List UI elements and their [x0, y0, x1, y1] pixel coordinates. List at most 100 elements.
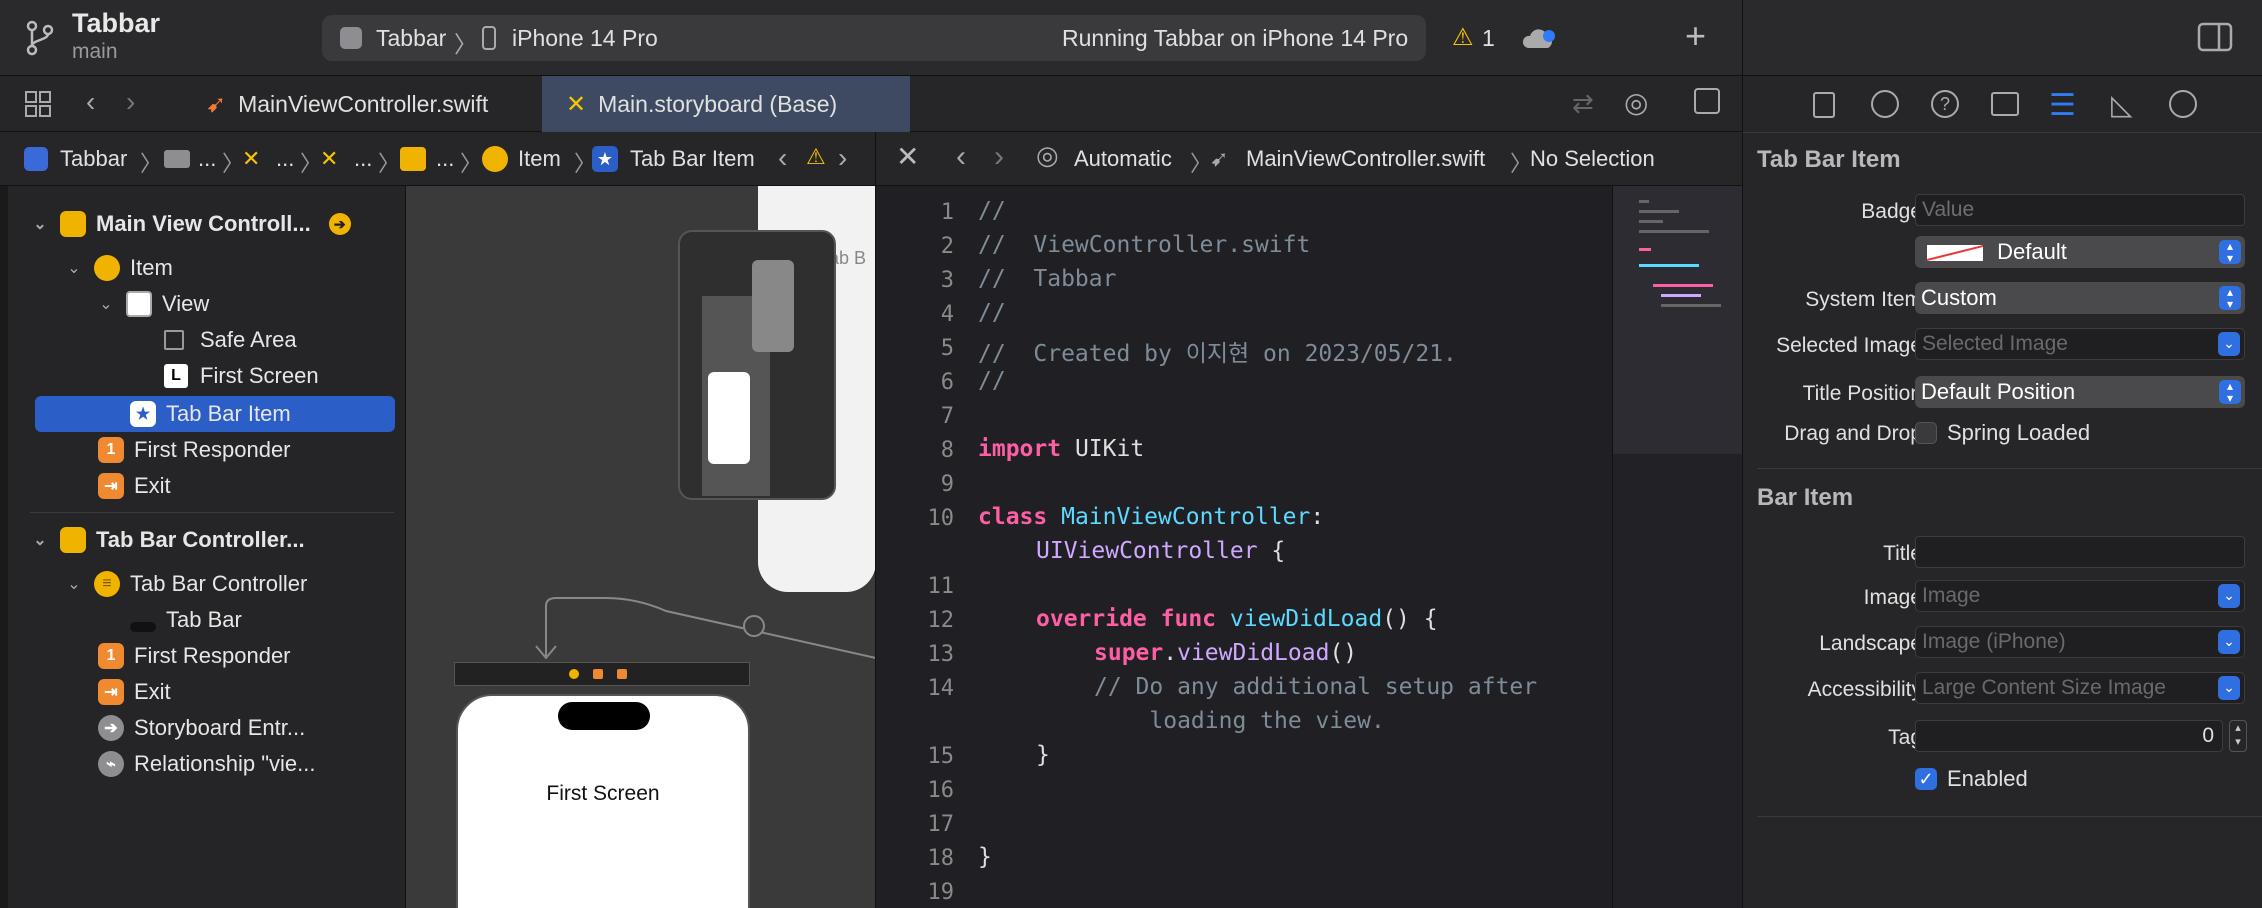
outline-label: Tab Bar Controller [130, 571, 308, 596]
forward-icon[interactable]: › [126, 86, 135, 118]
assistant-icon[interactable]: ◎ [1624, 86, 1648, 119]
outline-tab-bar-controller[interactable]: ⌄ ≡ Tab Bar Controller [64, 566, 307, 602]
first-screen-label[interactable]: First Screen [458, 782, 748, 806]
scheme-selector[interactable]: Tabbar [376, 25, 446, 52]
navigate-arrow-icon[interactable]: ➔ [328, 213, 351, 235]
badge-input[interactable]: Value [1915, 194, 2245, 226]
chevron-down-icon[interactable]: ⌄ [64, 258, 84, 278]
outline-first-responder[interactable]: 1 First Responder [98, 432, 291, 468]
branch-name[interactable]: main [72, 40, 118, 64]
jump-item-base[interactable]: ... [354, 146, 372, 172]
scene-dock[interactable] [454, 662, 750, 686]
outline-first-screen[interactable]: L First Screen [164, 358, 319, 394]
warning-icon[interactable]: ⚠ [806, 144, 826, 170]
scene-icon [60, 211, 86, 237]
add-button[interactable]: + [1685, 18, 1706, 54]
outline-scene-main[interactable]: ⌄ Main View Controll... ➔ [30, 206, 351, 242]
chevron-down-icon[interactable]: ⌄ [30, 214, 50, 234]
jump-item-selection[interactable]: No Selection [1530, 146, 1655, 172]
storyboard-icon: ✕ [242, 146, 261, 171]
tag-stepper[interactable]: ▴ ▾ [2229, 720, 2247, 752]
chevron-right-icon: 〉 [140, 151, 163, 176]
add-editor-icon[interactable] [1694, 88, 1720, 114]
attributes-inspector-icon[interactable]: ☰ [2049, 88, 2076, 123]
grid-icon[interactable] [24, 90, 52, 118]
outline-exit-2[interactable]: ⇥ Exit [98, 674, 171, 710]
outline-view[interactable]: ⌄ View [96, 286, 209, 322]
toggle-inspector-icon[interactable] [2197, 22, 2233, 52]
dock-vc-icon[interactable] [569, 669, 579, 679]
outline-scene-tabbar[interactable]: ⌄ Tab Bar Controller... [30, 522, 305, 558]
connections-inspector-icon[interactable] [2169, 90, 2197, 118]
jump-item-tab-bar-item[interactable]: Tab Bar Item [630, 146, 755, 172]
jump-item-file[interactable]: MainViewController.swift [1246, 146, 1485, 172]
title-input[interactable] [1915, 536, 2245, 568]
view-controller-icon [94, 255, 120, 281]
chevron-down-icon[interactable]: ⌄ [2218, 630, 2240, 654]
accessibility-combobox[interactable]: Large Content Size Image ⌄ [1915, 672, 2245, 704]
outline-storyboard-entry[interactable]: ➔ Storyboard Entr... [98, 710, 305, 746]
popup-value: Custom [1921, 285, 1997, 310]
swap-icon[interactable]: ⇄ [1572, 88, 1594, 119]
warning-count[interactable]: 1 [1482, 25, 1495, 52]
tag-input[interactable]: 0 [1915, 720, 2223, 752]
badge-color-popup[interactable]: Default ▴ ▾ [1915, 236, 2245, 268]
next-issue-icon[interactable]: › [838, 142, 847, 174]
back-icon[interactable]: ‹ [86, 86, 95, 118]
jump-item-automatic[interactable]: Automatic [1074, 146, 1172, 172]
forward-icon[interactable]: › [994, 140, 1004, 174]
outline-relationship[interactable]: ⌁ Relationship "vie... [98, 746, 315, 782]
selected-image-combobox[interactable]: Selected Image ⌄ [1915, 328, 2245, 360]
chevron-right-icon: 〉 [378, 151, 401, 176]
history-inspector-icon[interactable] [1871, 90, 1899, 118]
tab-mainviewcontroller[interactable]: ➹ MainViewController.swift [182, 76, 542, 132]
chevron-down-icon[interactable]: ⌄ [2218, 584, 2240, 608]
image-combobox[interactable]: Image ⌄ [1915, 580, 2245, 612]
minimap-viewport[interactable] [1613, 186, 1743, 454]
outline-first-responder-2[interactable]: 1 First Responder [98, 638, 291, 674]
jump-item-scene[interactable]: ... [436, 146, 454, 172]
class-name: MainViewController [1047, 504, 1311, 530]
landscape-combobox[interactable]: Image (iPhone) ⌄ [1915, 626, 2245, 658]
relationship-icon: ⌁ [98, 751, 124, 777]
outline-exit[interactable]: ⇥ Exit [98, 468, 171, 504]
outline-tab-bar[interactable]: Tab Bar [130, 602, 242, 638]
size-inspector-icon[interactable]: ◺ [2111, 88, 2133, 121]
project-name[interactable]: Tabbar [72, 8, 160, 39]
activity-view[interactable]: Tabbar 〉 iPhone 14 Pro Running Tabbar on… [322, 15, 1555, 61]
enabled-checkbox[interactable]: ✓ [1915, 768, 1937, 790]
related-items-icon[interactable]: ◎ [1036, 140, 1059, 171]
warning-icon[interactable]: ⚠ [1452, 23, 1474, 52]
cloud-icon[interactable] [1520, 28, 1556, 50]
prev-issue-icon[interactable]: ‹ [778, 142, 787, 174]
chevron-down-icon[interactable]: ⌄ [30, 530, 50, 550]
device-selector[interactable]: iPhone 14 Pro [512, 25, 658, 52]
outline-item[interactable]: ⌄ Item [64, 250, 173, 286]
jump-item-folder[interactable]: ... [198, 146, 216, 172]
close-icon[interactable]: ✕ [896, 140, 919, 173]
chevron-down-icon[interactable]: ⌄ [96, 294, 116, 314]
chevron-down-icon[interactable]: ⌄ [64, 574, 84, 594]
system-item-popup[interactable]: Custom ▴ ▾ [1915, 282, 2245, 314]
spring-loaded-checkbox[interactable] [1915, 422, 1937, 444]
tab-bar-icon [130, 622, 156, 632]
storyboard-canvas[interactable]: Tab B First Screen [405, 186, 876, 908]
first-screen-view[interactable]: First Screen [456, 694, 750, 908]
chevron-down-icon[interactable]: ⌄ [2218, 676, 2240, 700]
dock-exit-icon[interactable] [617, 669, 627, 679]
source-control-branch-icon[interactable] [24, 20, 56, 56]
outline-tab-bar-item[interactable]: ★ Tab Bar Item [130, 396, 291, 432]
dock-first-responder-icon[interactable] [593, 669, 603, 679]
back-icon[interactable]: ‹ [956, 140, 966, 174]
outline-safe-area[interactable]: Safe Area [164, 322, 297, 358]
title-position-popup[interactable]: Default Position ▴ ▾ [1915, 376, 2245, 408]
tab-main-storyboard[interactable]: ✕ Main.storyboard (Base) [542, 76, 910, 132]
jump-item-storyboard[interactable]: ... [276, 146, 294, 172]
help-inspector-icon[interactable]: ? [1931, 90, 1959, 118]
minimap[interactable] [1612, 186, 1743, 908]
jump-item-project[interactable]: Tabbar [60, 146, 127, 172]
file-inspector-icon[interactable] [1813, 92, 1835, 118]
jump-item-item[interactable]: Item [518, 146, 561, 172]
identity-inspector-icon[interactable] [1991, 92, 2019, 116]
chevron-down-icon[interactable]: ⌄ [2218, 332, 2240, 356]
